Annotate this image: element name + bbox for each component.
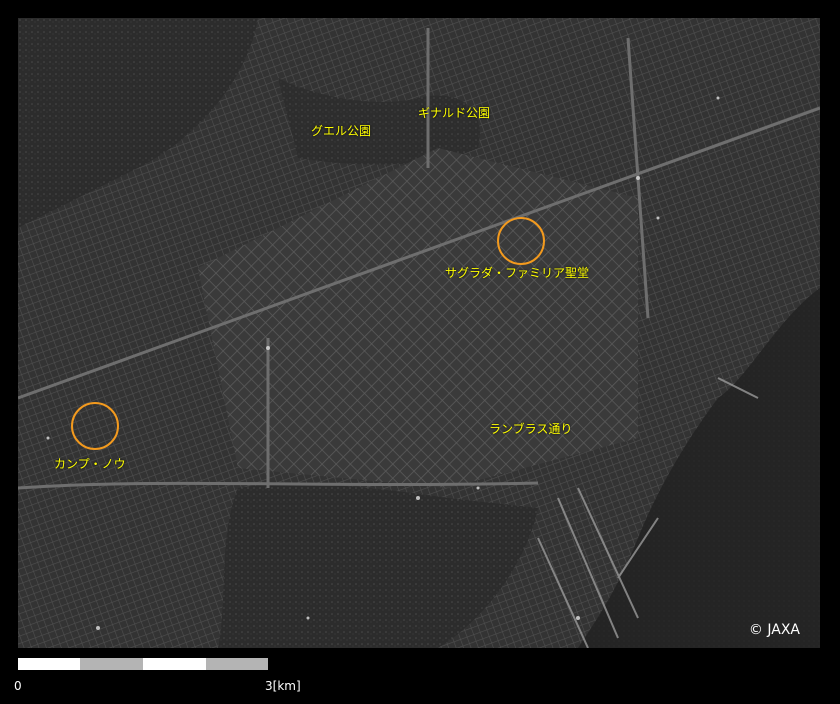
label-camp-nou: カンプ・ノウ (54, 457, 126, 471)
satellite-map-image[interactable]: グエル公園 ギナルド公園 サグラダ・ファミリア聖堂 ランブラス通り カンプ・ノウ (18, 18, 820, 648)
map-frame: グエル公園 ギナルド公園 サグラダ・ファミリア聖堂 ランブラス通り カンプ・ノウ… (0, 0, 840, 704)
marker-camp-nou[interactable] (71, 402, 119, 450)
marker-sagrada-familia[interactable] (497, 217, 545, 265)
scale-bar (18, 658, 268, 670)
label-sagrada-familia: サグラダ・ファミリア聖堂 (445, 266, 590, 280)
scale-segment (206, 658, 268, 670)
scale-start-label: 0 (14, 679, 22, 693)
scale-segment (18, 658, 80, 670)
label-park-guinardo: ギナルド公園 (418, 106, 491, 120)
scale-segment (143, 658, 206, 670)
scale-end-label: 3[km] (265, 679, 301, 693)
label-las-ramblas: ランブラス通り (489, 422, 573, 436)
label-park-guell: グエル公園 (311, 124, 372, 138)
copyright-notice: © JAXA (748, 622, 800, 638)
scale-segment (80, 658, 143, 670)
